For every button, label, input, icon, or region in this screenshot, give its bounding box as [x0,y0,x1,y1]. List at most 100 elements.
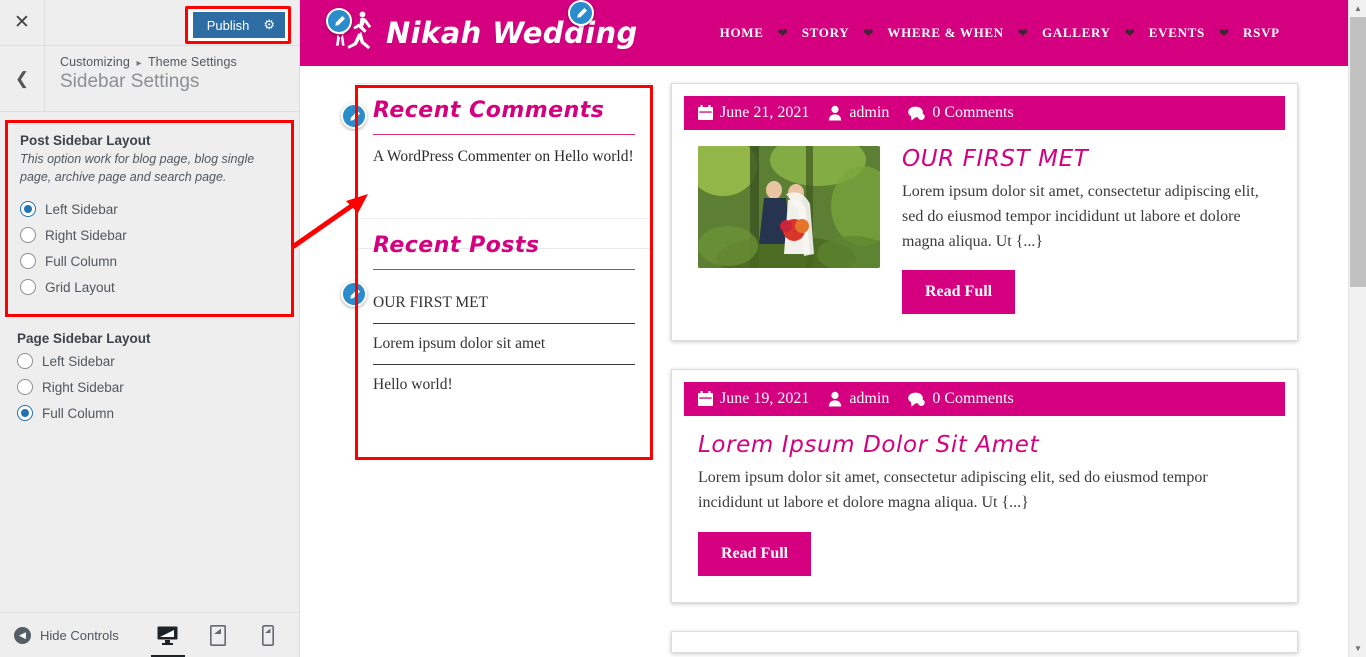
radio-button-indicator[interactable] [17,379,33,396]
post-text-block: OUR FIRST MET Lorem ipsum dolor sit amet… [902,146,1271,315]
nav-item-events[interactable]: EVENTS [1135,25,1219,41]
caret-up-icon[interactable]: ▲ [1349,0,1366,17]
hide-controls-label: Hide Controls [40,627,119,643]
post-author-label: admin [849,104,890,121]
customizer-title-block: Customizing ▸ Theme Settings Sidebar Set… [45,46,237,111]
scrollbar-thumb[interactable] [1350,17,1366,287]
radio-post-left-sidebar[interactable]: Left Sidebar [20,196,279,222]
comment-bubble-icon [908,392,926,407]
heart-icon: ❤ [1218,26,1230,40]
preview-scrollbar[interactable]: ▲ ▼ [1348,0,1366,657]
page-sidebar-layout-group: Page Sidebar Layout Left Sidebar Right S… [0,317,299,434]
post-thumbnail[interactable] [698,146,880,268]
hide-controls-button[interactable]: ◀ Hide Controls [0,626,119,644]
site-preview: Nikah Wedding HOME ❤ STORY ❤ WHERE & WHE… [300,0,1348,657]
radio-button-indicator[interactable] [17,405,33,422]
post-body: Lorem Ipsum Dolor Sit Amet Lorem ipsum d… [684,416,1285,590]
widget-spacer [373,166,635,208]
close-icon[interactable]: ✕ [0,0,45,45]
post-meta-bar: June 21, 2021 admin 0 Comments [684,96,1285,130]
publish-button[interactable]: Publish ⚙ [190,12,285,38]
post-date: June 19, 2021 [698,390,809,408]
pencil-edit-icon[interactable] [326,8,352,34]
radio-post-right-sidebar[interactable]: Right Sidebar [20,222,279,248]
radio-label: Full Column [42,405,115,421]
caret-down-icon[interactable]: ▼ [1349,640,1366,657]
customizer-header: ❮ Customizing ▸ Theme Settings Sidebar S… [0,46,299,112]
brand-name: Nikah Wedding [386,16,638,50]
page-sidebar-layout-label: Page Sidebar Layout [17,331,151,347]
post-title[interactable]: Lorem Ipsum Dolor Sit Amet [698,432,1271,458]
nav-item-where-and-when[interactable]: WHERE & WHEN [873,25,1018,41]
post-sidebar-layout-description: This option work for blog page, blog sin… [20,152,255,185]
chevron-left-circle-icon: ◀ [14,626,31,644]
radio-button-indicator[interactable] [17,353,33,370]
breadcrumb-root[interactable]: Customizing [60,55,130,69]
post-list: June 21, 2021 admin 0 Comments OUR FIRST… [655,83,1348,657]
post-title[interactable]: OUR FIRST MET [902,146,1271,172]
pencil-edit-icon[interactable] [341,281,367,307]
radio-button-indicator[interactable] [20,279,36,296]
radio-post-grid-layout[interactable]: Grid Layout [20,274,279,300]
post-date: June 21, 2021 [698,104,809,122]
chevron-left-icon[interactable]: ❮ [0,46,45,111]
radio-page-full-column[interactable]: Full Column [17,400,282,426]
radio-label: Right Sidebar [42,379,124,395]
radio-button-indicator[interactable] [20,201,36,218]
tablet-icon[interactable] [207,620,229,650]
pencil-edit-icon[interactable] [341,103,367,129]
breadcrumb: Customizing ▸ Theme Settings [60,55,237,69]
nav-item-story[interactable]: STORY [788,25,864,41]
breadcrumb-parent[interactable]: Theme Settings [148,55,237,69]
post-excerpt: Lorem ipsum dolor sit amet, consectetur … [902,183,1259,250]
site-content: Recent Comments A WordPress Commenter on… [300,66,1348,657]
site-header: Nikah Wedding HOME ❤ STORY ❤ WHERE & WHE… [300,0,1348,66]
post-comments: 0 Comments [908,104,1014,122]
post-sidebar-layout-group: Post Sidebar Layout This option work for… [5,120,294,318]
nav-item-gallery[interactable]: GALLERY [1028,25,1125,41]
heart-icon: ❤ [1017,26,1028,40]
post-meta-bar: June 19, 2021 admin 0 Comments [684,382,1285,417]
post-card-partial [671,630,1298,653]
radio-page-right-sidebar[interactable]: Right Sidebar [17,374,282,400]
list-item[interactable]: Lorem ipsum dolor sit amet [373,324,635,365]
customizer-panel: ✕ Publish ⚙ ❮ Customizing ▸ Theme Settin… [0,0,300,657]
heart-icon: ❤ [1124,26,1135,40]
post-author: admin [828,104,889,122]
radio-page-left-sidebar[interactable]: Left Sidebar [17,348,282,374]
customizer-topbar: ✕ Publish ⚙ [0,0,299,46]
gear-icon[interactable]: ⚙ [263,17,275,33]
radio-button-indicator[interactable] [20,227,36,244]
radio-button-indicator[interactable] [20,253,36,270]
post-date-label: June 21, 2021 [720,104,810,121]
post-excerpt: Lorem ipsum dolor sit amet, consectetur … [698,469,1208,512]
widget-spacer [373,405,635,447]
device-preview-switcher [150,620,279,657]
list-item[interactable]: Hello world! [373,365,635,405]
post-comments-label: 0 Comments [932,104,1014,121]
calendar-icon [698,391,713,407]
mobile-icon[interactable] [257,620,279,650]
post-author: admin [828,390,889,408]
widget-title: Recent Comments [373,98,605,123]
radio-label: Grid Layout [45,279,115,295]
pencil-edit-icon[interactable] [568,0,594,26]
site-nav: HOME ❤ STORY ❤ WHERE & WHEN ❤ GALLERY ❤ … [706,25,1294,41]
comment-bubble-icon [908,106,926,121]
radio-post-full-column[interactable]: Full Column [20,248,279,274]
sidebar-widget-area: Recent Comments A WordPress Commenter on… [356,83,652,393]
nav-item-home[interactable]: HOME [706,25,778,41]
desktop-icon[interactable] [150,620,185,657]
nav-item-rsvp[interactable]: RSVP [1229,25,1294,41]
list-item[interactable]: OUR FIRST MET [373,283,635,324]
widget-title: Recent Posts [373,233,540,258]
post-author-label: admin [849,390,890,408]
read-full-button[interactable]: Read Full [902,270,1016,315]
read-full-button[interactable]: Read Full [698,531,812,576]
widget-recent-posts: Recent Posts OUR FIRST MET Lorem ipsum d… [357,218,651,393]
widget-title-rule [373,269,635,270]
post-sidebar-layout-label: Post Sidebar Layout [20,133,151,148]
post-comments-label: 0 Comments [932,390,1014,408]
recent-comment-entry[interactable]: A WordPress Commenter on Hello world! [373,148,635,166]
widget-recent-comments: Recent Comments A WordPress Commenter on… [357,84,651,218]
